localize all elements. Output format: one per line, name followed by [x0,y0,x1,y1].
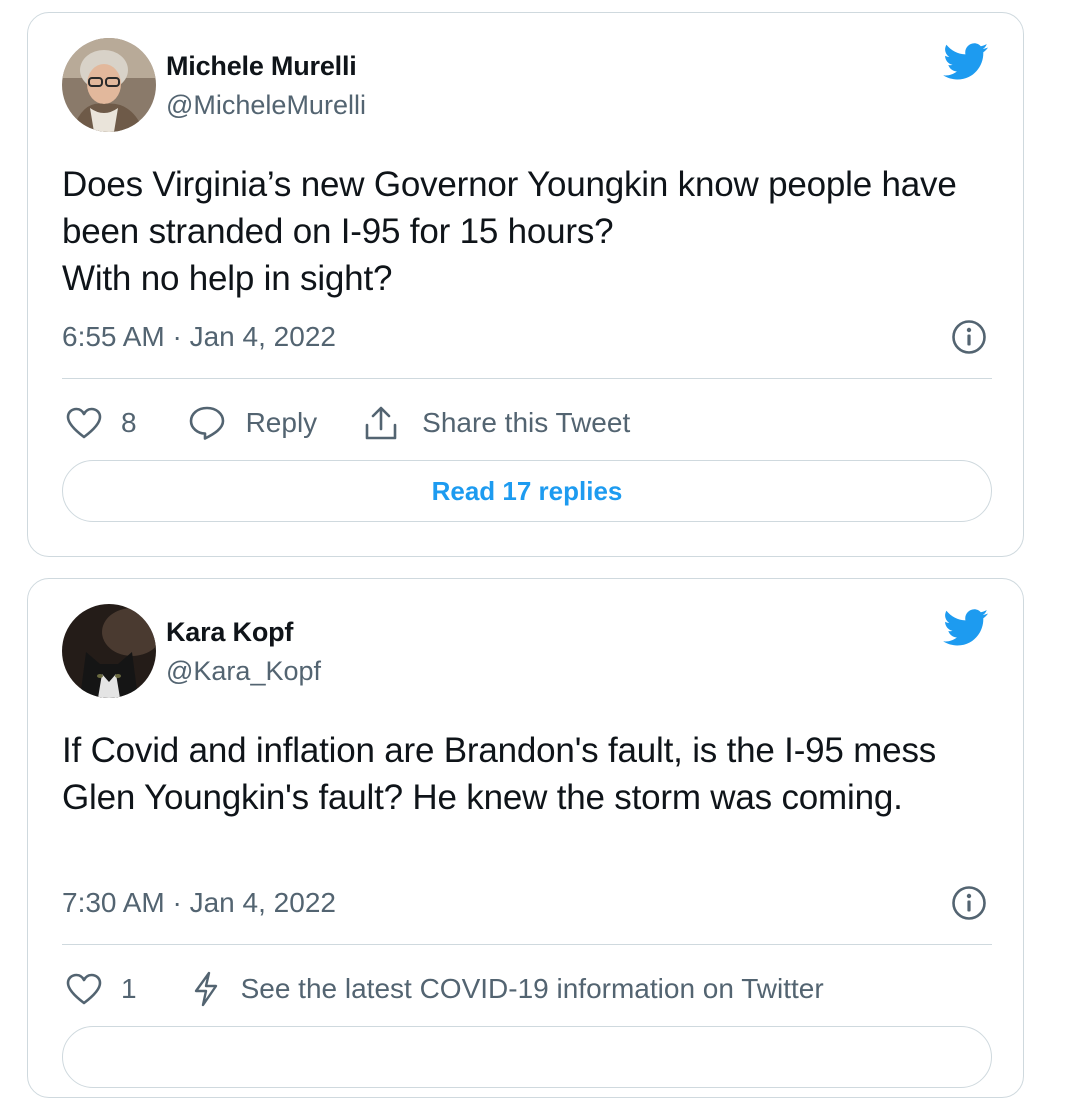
info-icon[interactable] [951,885,987,921]
twitter-bird-icon[interactable] [943,43,989,81]
tweet-text: Does Virginia’s new Governor Youngkin kn… [62,165,957,298]
divider [62,378,992,379]
tweet-timestamp[interactable]: 7:30 AM · Jan 4, 2022 [62,887,336,919]
info-icon[interactable] [951,319,987,355]
share-icon [363,405,399,441]
speech-bubble-icon [189,406,225,440]
author-handle[interactable]: @MicheleMurelli [166,90,366,121]
reply-button[interactable]: Reply [189,406,318,440]
like-count: 8 [121,407,137,438]
divider [62,944,992,945]
author-name[interactable]: Michele Murelli [166,51,357,82]
avatar[interactable] [62,604,156,698]
covid-info-label: See the latest COVID-19 information on T… [240,973,824,1004]
share-button[interactable]: Share this Tweet [363,405,630,441]
like-button[interactable]: 1 [66,973,137,1005]
reply-label: Reply [245,407,318,438]
read-replies-button[interactable]: Read 17 replies [62,460,992,522]
author-name[interactable]: Kara Kopf [166,617,293,648]
author-handle[interactable]: @Kara_Kopf [166,656,321,687]
tweet-card[interactable]: Michele Murelli @MicheleMurelli Does Vir… [27,12,1024,557]
tweet-timestamp[interactable]: 6:55 AM · Jan 4, 2022 [62,321,336,353]
like-button[interactable]: 8 [66,407,137,439]
heart-icon [66,973,102,1005]
covid-info-link[interactable]: See the latest COVID-19 information on T… [193,971,824,1007]
read-replies-button[interactable] [62,1026,992,1088]
avatar[interactable] [62,38,156,132]
tweet-card[interactable]: Kara Kopf @Kara_Kopf If Covid and inflat… [27,578,1024,1098]
like-count: 1 [121,973,137,1004]
tweet-actions: 8 Reply Share this Tweet [66,401,630,445]
share-label: Share this Tweet [422,407,631,438]
tweet-actions: 1 See the latest COVID-19 information on… [66,967,824,1011]
twitter-bird-icon[interactable] [943,609,989,647]
tweet-text: If Covid and inflation are Brandon's fau… [62,731,937,817]
lightning-icon [193,971,219,1007]
heart-icon [66,407,102,439]
